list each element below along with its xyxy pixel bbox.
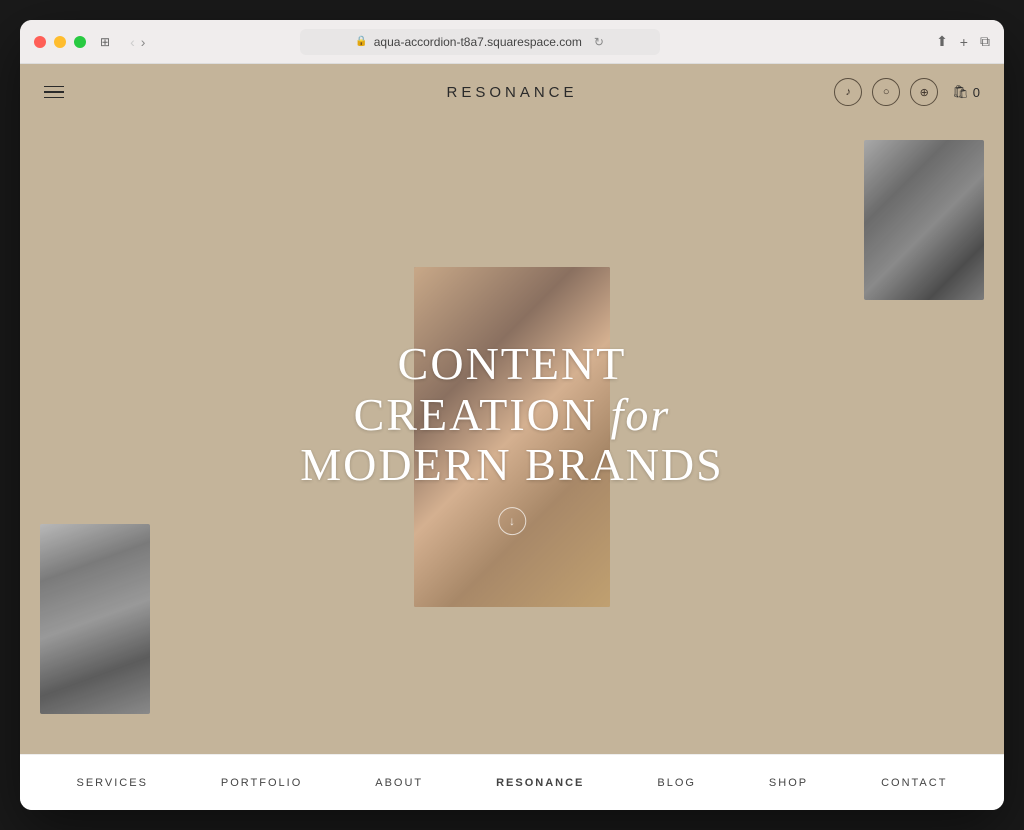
lock-icon: 🔒: [355, 36, 367, 47]
site-footer: SERVICES PORTFOLIO ABOUT RESONANCE BLOG …: [20, 754, 1004, 810]
cart-bag-icon: 🛍: [952, 84, 969, 100]
sidebar-toggle-icon[interactable]: ⊞: [100, 35, 110, 49]
footer-nav-portfolio[interactable]: PORTFOLIO: [221, 777, 302, 789]
tiktok-icon[interactable]: ♪: [834, 78, 862, 106]
reload-icon[interactable]: ↻: [594, 35, 604, 49]
hero-area: CONTENT CREATION for MODERN BRANDS ↓: [20, 120, 1004, 754]
share-icon[interactable]: ⬆: [936, 33, 948, 50]
browser-window: ⊞ ‹ › 🔒 aqua-accordion-t8a7.squarespace.…: [20, 20, 1004, 810]
footer-nav-blog[interactable]: BLOG: [657, 777, 696, 789]
minimize-button[interactable]: [54, 36, 66, 48]
hamburger-line: [44, 97, 64, 99]
forward-arrow-icon[interactable]: ›: [141, 34, 146, 50]
center-portrait-image: [414, 267, 610, 607]
top-right-image: [864, 140, 984, 300]
windows-icon[interactable]: ⧉: [980, 33, 990, 50]
footer-nav-services[interactable]: SERVICES: [76, 777, 147, 789]
person-figure: [414, 267, 610, 607]
instagram-icon[interactable]: ○: [872, 78, 900, 106]
site-logo[interactable]: RESONANCE: [446, 84, 577, 101]
header-right: ♪ ○ ⊕ 🛍 0: [834, 78, 980, 106]
nav-arrows: ‹ ›: [130, 34, 145, 50]
pinterest-icon[interactable]: ⊕: [910, 78, 938, 106]
website: RESONANCE ♪ ○ ⊕ 🛍 0: [20, 64, 1004, 810]
traffic-lights: [34, 36, 86, 48]
back-arrow-icon[interactable]: ‹: [130, 34, 135, 50]
cart-count: 0: [973, 85, 980, 100]
site-header: RESONANCE ♪ ○ ⊕ 🛍 0: [20, 64, 1004, 120]
hamburger-line: [44, 86, 64, 88]
titlebar-right: ⬆ + ⧉: [936, 33, 990, 50]
close-button[interactable]: [34, 36, 46, 48]
url-text: aqua-accordion-t8a7.squarespace.com: [374, 35, 582, 49]
bottom-left-image-bg: [40, 524, 150, 714]
title-bar: ⊞ ‹ › 🔒 aqua-accordion-t8a7.squarespace.…: [20, 20, 1004, 64]
top-right-image-bg: [864, 140, 984, 300]
bottom-left-image: [40, 524, 150, 714]
window-controls: ⊞: [100, 35, 110, 49]
new-tab-icon[interactable]: +: [960, 34, 968, 50]
hamburger-line: [44, 91, 64, 93]
hamburger-menu[interactable]: [44, 86, 64, 99]
address-bar[interactable]: 🔒 aqua-accordion-t8a7.squarespace.com ↻: [300, 29, 660, 55]
center-image-bg: [414, 267, 610, 607]
cart-icon[interactable]: 🛍 0: [952, 84, 980, 100]
footer-nav-about[interactable]: ABOUT: [375, 777, 423, 789]
footer-nav-contact[interactable]: CONTACT: [881, 777, 947, 789]
maximize-button[interactable]: [74, 36, 86, 48]
footer-nav-shop[interactable]: SHOP: [769, 777, 808, 789]
hero-for-text: for: [611, 389, 671, 440]
footer-nav-resonance[interactable]: RESONANCE: [496, 777, 584, 789]
